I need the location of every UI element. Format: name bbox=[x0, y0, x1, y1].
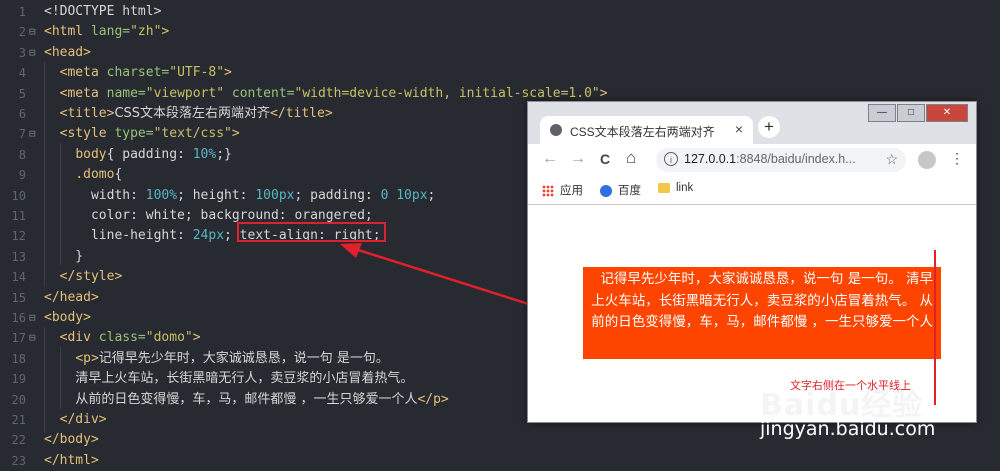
fold-toggle-icon[interactable]: ⊟ bbox=[29, 22, 36, 42]
back-arrow-icon[interactable]: ← bbox=[542, 150, 558, 168]
code-text: <meta name="viewport" content="width=dev… bbox=[59, 85, 608, 101]
window-controls: — □ ✕ bbox=[868, 104, 968, 122]
baidu-paw-icon bbox=[600, 184, 612, 197]
line-number: 14 bbox=[11, 270, 26, 285]
line-number: 4 bbox=[18, 66, 26, 81]
fold-toggle-icon[interactable]: ⊟ bbox=[29, 43, 36, 63]
code-text: 从前的日色变得慢，车，马，邮件都慢 ，一生只够爱一个人</p> bbox=[75, 391, 449, 407]
line-number: 9 bbox=[18, 168, 26, 183]
line-number: 19 bbox=[11, 372, 26, 387]
code-line[interactable]: 4 <meta charset="UTF-8"> bbox=[0, 63, 1000, 83]
home-icon[interactable]: ⌂ bbox=[626, 148, 636, 168]
baidu-watermark: Baidu经验 jingyan.baidu.com bbox=[760, 380, 935, 440]
line-number: 20 bbox=[11, 392, 26, 407]
new-tab-button[interactable]: + bbox=[758, 116, 780, 138]
code-text: <p>记得早先少年时，大家诚诚恳恳，说一句 是一句。 bbox=[75, 350, 389, 366]
line-number: 18 bbox=[11, 351, 26, 366]
forward-arrow-icon[interactable]: → bbox=[570, 150, 586, 168]
tab-close-icon[interactable]: × bbox=[735, 121, 743, 137]
code-line[interactable]: 1 <!DOCTYPE html> bbox=[0, 2, 1000, 22]
line-number: 6 bbox=[18, 107, 26, 121]
line-number: 1 bbox=[18, 5, 26, 19]
bookmark-star-icon[interactable]: ☆ bbox=[885, 151, 898, 168]
code-text: .domo{ bbox=[75, 167, 123, 183]
code-text: <html lang="zh"> bbox=[44, 24, 170, 40]
code-text: </style> bbox=[59, 269, 123, 285]
minimize-button[interactable]: — bbox=[868, 104, 896, 122]
text-align-highlight-box bbox=[237, 222, 386, 242]
line-number: 21 bbox=[11, 413, 26, 427]
line-number: 11 bbox=[11, 209, 26, 223]
line-number: 15 bbox=[11, 290, 26, 305]
bookmarks-bar: 应用 百度 link bbox=[528, 176, 976, 205]
close-window-button[interactable]: ✕ bbox=[926, 104, 968, 122]
line-number: 22 bbox=[11, 433, 26, 448]
code-text: } bbox=[44, 248, 84, 264]
address-bar[interactable]: i 127.0.0.1:8848/baidu/index.h... ☆ bbox=[656, 148, 906, 172]
code-text: <div class="domo"> bbox=[59, 330, 201, 346]
bookmark-link[interactable]: link bbox=[658, 182, 693, 194]
line-number: 8 bbox=[18, 147, 26, 162]
apps-icon bbox=[542, 184, 554, 197]
code-text: </head> bbox=[44, 289, 99, 305]
code-text: <body> bbox=[44, 310, 91, 325]
maximize-button[interactable]: □ bbox=[897, 104, 925, 122]
line-number: 7 bbox=[18, 127, 26, 142]
line-number: 5 bbox=[18, 86, 26, 101]
fold-toggle-icon[interactable]: ⊟ bbox=[29, 308, 36, 328]
code-text: </div> bbox=[59, 412, 107, 427]
watermark-url: jingyan.baidu.com bbox=[760, 418, 936, 440]
code-text: <title>CSS文本段落左右两端对齐</title> bbox=[59, 106, 333, 121]
reload-icon[interactable]: C bbox=[600, 151, 610, 167]
folder-icon bbox=[658, 182, 670, 193]
line-number: 3 bbox=[18, 45, 26, 60]
url-text: 127.0.0.1:8848/baidu/index.h... bbox=[684, 152, 856, 166]
code-text: 清早上火车站，长街黑暗无行人，卖豆浆的小店冒着热气。 bbox=[75, 371, 414, 387]
browser-tab[interactable]: CSS文本段落左右两端对齐 × bbox=[540, 116, 753, 144]
browser-toolbar: ← → C ⌂ i 127.0.0.1:8848/baidu/index.h..… bbox=[528, 144, 976, 176]
code-text: body{ padding: 10%;} bbox=[75, 146, 232, 162]
code-text: <head> bbox=[44, 44, 91, 60]
code-line[interactable]: 2 ⊟ <html lang="zh"> bbox=[0, 22, 1000, 42]
menu-dots-icon[interactable]: ⋮ bbox=[950, 150, 964, 167]
line-number: 12 bbox=[11, 229, 26, 244]
browser-window: — □ ✕ CSS文本段落左右两端对齐 × + ← → C ⌂ i 127.0.… bbox=[527, 101, 977, 423]
code-text: <!DOCTYPE html> bbox=[44, 4, 162, 19]
code-text: <meta charset="UTF-8"> bbox=[59, 65, 232, 81]
line-number: 17 bbox=[11, 331, 26, 346]
tab-title: CSS文本段落左右两端对齐 bbox=[570, 125, 715, 139]
bookmark-apps[interactable]: 应用 bbox=[542, 182, 583, 198]
bookmark-baidu[interactable]: 百度 bbox=[600, 182, 641, 198]
code-text: </body> bbox=[44, 432, 99, 448]
fold-toggle-icon[interactable]: ⊟ bbox=[29, 124, 36, 144]
info-icon[interactable]: i bbox=[664, 152, 678, 166]
fold-toggle-icon[interactable]: ⊟ bbox=[29, 328, 36, 348]
line-number: 10 bbox=[11, 188, 26, 203]
code-text: <style type="text/css"> bbox=[59, 126, 240, 142]
line-number: 13 bbox=[11, 249, 26, 264]
profile-avatar-icon[interactable] bbox=[918, 151, 936, 169]
code-text: width: 100%; height: 100px; padding: 0 1… bbox=[44, 187, 436, 203]
globe-icon bbox=[550, 124, 562, 136]
code-line[interactable]: 3 ⊟ <head> bbox=[0, 43, 1000, 63]
line-number: 16 bbox=[11, 311, 26, 325]
domo-paragraph-box: 记得早先少年时，大家诚诚恳恳，说一句 是一句。 清早上火车站，长街黑暗无行人，卖… bbox=[583, 267, 941, 359]
line-number: 2 bbox=[18, 25, 26, 40]
